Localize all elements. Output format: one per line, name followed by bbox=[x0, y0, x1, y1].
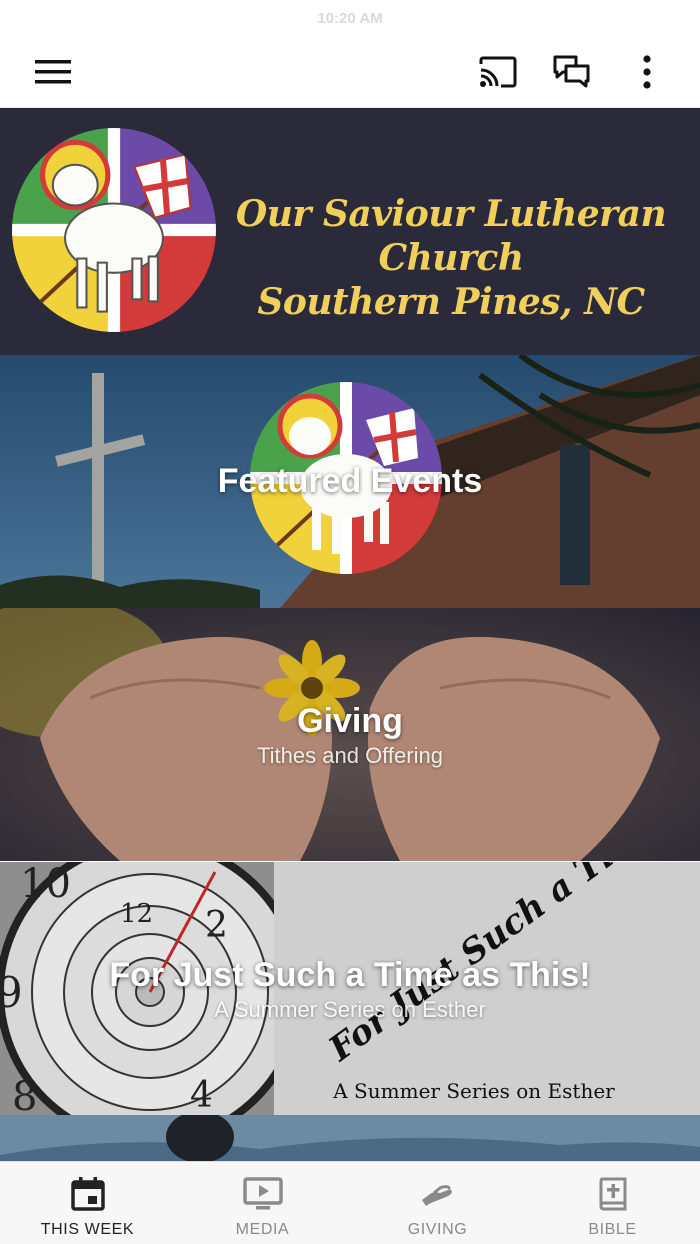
next-tile-partial[interactable] bbox=[0, 1115, 700, 1163]
sermon-series-subtitle: A Summer Series on Esther bbox=[214, 997, 486, 1022]
featured-events-tile[interactable]: Featured Events bbox=[0, 355, 700, 608]
chat-button[interactable] bbox=[550, 50, 594, 94]
sermon-series-tile[interactable]: 10 9 8 4 2 12 For Just Such a Time as Th… bbox=[0, 862, 700, 1115]
giving-title: Giving bbox=[297, 702, 403, 740]
nav-label: MEDIA bbox=[235, 1221, 290, 1238]
more-vertical-icon bbox=[643, 55, 651, 89]
giving-subtitle: Tithes and Offering bbox=[257, 743, 443, 768]
svg-text:2: 2 bbox=[205, 905, 228, 946]
featured-events-title: Featured Events bbox=[217, 462, 483, 500]
nav-media[interactable]: MEDIA bbox=[175, 1162, 350, 1244]
church-name: Our Saviour Lutheran Church Southern Pin… bbox=[216, 192, 686, 324]
nav-label: THIS WEEK bbox=[40, 1221, 135, 1238]
bottom-navigation: THIS WEEK MEDIA GIVING BIBLE bbox=[0, 1161, 700, 1244]
next-tile-background-image bbox=[0, 1115, 700, 1163]
svg-text:8: 8 bbox=[12, 1074, 37, 1115]
church-header-banner: Our Saviour Lutheran Church Southern Pin… bbox=[0, 108, 700, 355]
church-logo-lamb-icon bbox=[12, 128, 216, 332]
sermon-series-title: For Just Such a Time as This! bbox=[109, 956, 591, 994]
svg-text:10: 10 bbox=[20, 862, 71, 907]
calendar-icon bbox=[68, 1176, 108, 1212]
svg-text:4: 4 bbox=[190, 1075, 213, 1115]
nav-this-week[interactable]: THIS WEEK bbox=[0, 1162, 175, 1244]
more-options-button[interactable] bbox=[625, 50, 669, 94]
svg-text:12: 12 bbox=[120, 899, 153, 929]
cast-button[interactable] bbox=[476, 50, 520, 94]
featured-events-text: Featured Events bbox=[0, 462, 700, 501]
menu-button[interactable] bbox=[31, 50, 75, 94]
series-image-caption: A Summer Series on Esther bbox=[332, 1079, 615, 1103]
giving-hand-icon bbox=[418, 1176, 458, 1212]
nav-bible[interactable]: BIBLE bbox=[525, 1162, 700, 1244]
status-time: 10:20 AM bbox=[317, 9, 383, 27]
sermon-series-text: For Just Such a Time as This! A Summer S… bbox=[0, 956, 700, 1023]
hamburger-menu-icon bbox=[35, 60, 71, 84]
chat-icon bbox=[553, 55, 590, 88]
nav-label: BIBLE bbox=[588, 1221, 637, 1238]
status-bar: 10:20 AM bbox=[0, 0, 700, 36]
church-name-line1: Our Saviour Lutheran Church bbox=[235, 193, 667, 279]
nav-label: GIVING bbox=[407, 1221, 468, 1238]
nav-giving[interactable]: GIVING bbox=[350, 1162, 525, 1244]
media-play-icon bbox=[242, 1176, 283, 1212]
giving-text: Giving Tithes and Offering bbox=[0, 702, 700, 769]
church-location: Southern Pines, NC bbox=[257, 281, 645, 323]
app-bar bbox=[0, 36, 700, 108]
bible-icon bbox=[593, 1176, 633, 1212]
giving-tile[interactable]: Giving Tithes and Offering bbox=[0, 608, 700, 861]
cast-icon bbox=[479, 56, 517, 88]
